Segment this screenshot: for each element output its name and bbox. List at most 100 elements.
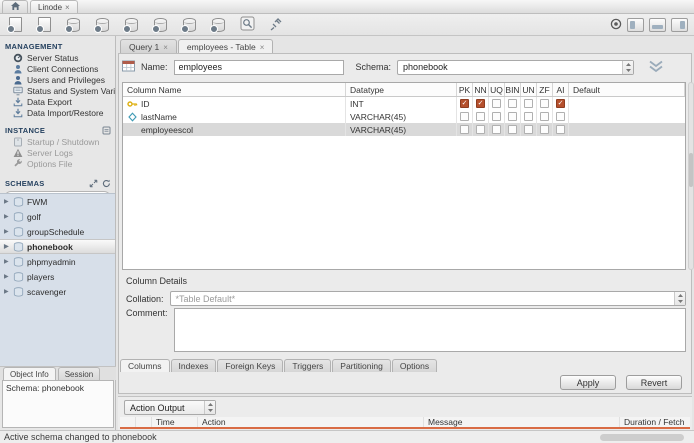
flag-cell-bin[interactable] [505,110,521,123]
schema-item-fwm[interactable]: ▶ FWM [0,194,115,209]
grid-header-cell[interactable]: Datatype [346,83,457,96]
action-output-col-blank[interactable] [136,417,152,427]
uq-checkbox[interactable] [492,125,501,134]
flag-cell-zf[interactable] [537,123,553,136]
pk-checkbox[interactable] [460,112,469,121]
flag-cell-pk[interactable]: ✓ [457,97,473,110]
flag-cell-un[interactable] [521,123,537,136]
create-function-icon[interactable] [180,16,198,33]
flag-cell-pk[interactable] [457,123,473,136]
flag-cell-uq[interactable] [489,97,505,110]
grid-header-cell[interactable]: Default [569,83,685,96]
instance-actions-icon[interactable] [102,126,111,135]
ai-checkbox[interactable] [556,112,565,121]
flag-cell-ai[interactable] [553,110,569,123]
grid-row-employeescol[interactable]: employeescol VARCHAR(45) [123,123,685,136]
grid-header-cell[interactable]: ZF [537,83,553,96]
zf-checkbox[interactable] [540,112,549,121]
flag-cell-uq[interactable] [489,123,505,136]
expand-arrow-icon[interactable]: ▶ [4,288,10,295]
create-procedure-icon[interactable] [151,16,169,33]
zf-checkbox[interactable] [540,99,549,108]
zf-checkbox[interactable] [540,125,549,134]
uq-checkbox[interactable] [492,99,501,108]
comment-textarea[interactable] [173,308,686,352]
expand-arrow-icon[interactable]: ▶ [4,228,10,235]
default-cell[interactable] [569,97,685,110]
datatype-cell[interactable]: VARCHAR(45) [346,110,457,123]
toggle-left-panel-button[interactable] [627,17,644,32]
action-output-selector[interactable]: Action Output [124,400,216,415]
un-checkbox[interactable] [524,99,533,108]
grid-header-cell[interactable]: AI [553,83,569,96]
search-table-data-icon[interactable] [238,16,256,33]
tab-partitioning[interactable]: Partitioning [332,359,391,372]
grid-row-id[interactable]: ID INT ✓ ✓ ✓ [123,97,685,110]
refresh-schemas-icon[interactable] [102,179,111,188]
sidebar-item-options-file[interactable]: Options File [0,158,115,169]
pk-checkbox[interactable] [460,125,469,134]
schema-item-phpmyadmin[interactable]: ▶ phpmyadmin [0,254,115,269]
sidebar-item-server-status[interactable]: Server Status [0,52,115,63]
editor-tab-query-1[interactable]: Query 1 × [120,39,177,54]
flag-cell-un[interactable] [521,97,537,110]
datatype-cell[interactable]: VARCHAR(45) [346,123,457,136]
apply-button[interactable]: Apply [560,375,616,390]
un-checkbox[interactable] [524,125,533,134]
flag-cell-bin[interactable] [505,123,521,136]
editor-tab-employees-table[interactable]: employees - Table × [177,39,274,54]
sidebar-item-status-and-system-variables[interactable]: Status and System Variables [0,85,115,96]
default-cell[interactable] [569,110,685,123]
tab-object-info[interactable]: Object Info [3,367,56,380]
create-table-icon[interactable] [93,16,111,33]
schema-item-players[interactable]: ▶ players [0,269,115,284]
connection-tab[interactable]: Linode × [30,0,78,13]
flag-cell-zf[interactable] [537,110,553,123]
action-output-col-time[interactable]: Time [152,417,198,427]
table-name-input[interactable] [173,59,344,75]
horizontal-scrollbar-thumb[interactable] [600,434,684,441]
action-output-col-message[interactable]: Message [424,417,620,427]
nn-checkbox[interactable] [476,112,485,121]
expand-schemas-icon[interactable] [89,179,98,188]
column-name-cell[interactable]: ID [123,97,346,110]
collation-dropdown[interactable]: *Table Default* [169,291,686,306]
column-name-cell[interactable]: employeescol [123,123,346,136]
action-output-col-duration-fetch[interactable]: Duration / Fetch [620,417,690,427]
spinner-icon[interactable] [622,60,634,74]
expand-arrow-icon[interactable]: ▶ [4,243,10,250]
expand-arrow-icon[interactable]: ▶ [4,198,10,205]
uq-checkbox[interactable] [492,112,501,121]
flag-cell-uq[interactable] [489,110,505,123]
pk-checkbox[interactable]: ✓ [460,99,469,108]
grid-header-cell[interactable]: Column Name [123,83,346,96]
un-checkbox[interactable] [524,112,533,121]
sidebar-item-startup-shutdown[interactable]: Startup / Shutdown [0,136,115,147]
bin-checkbox[interactable] [508,112,517,121]
tab-session[interactable]: Session [57,367,101,380]
expand-arrow-icon[interactable]: ▶ [4,273,10,280]
bin-checkbox[interactable] [508,125,517,134]
expand-arrow-icon[interactable]: ▶ [4,213,10,220]
flag-cell-ai[interactable] [553,123,569,136]
expand-arrow-icon[interactable]: ▶ [4,258,10,265]
flag-cell-zf[interactable] [537,97,553,110]
open-sql-script-icon[interactable] [35,16,53,33]
grid-header-cell[interactable]: PK [457,83,473,96]
flag-cell-nn[interactable] [473,123,489,136]
drop-object-icon[interactable] [209,16,227,33]
schema-item-golf[interactable]: ▶ golf [0,209,115,224]
schema-item-scavenger[interactable]: ▶ scavenger [0,284,115,299]
tab-columns[interactable]: Columns [120,359,170,372]
schema-item-phonebook[interactable]: ▶ phonebook [0,239,115,254]
sidebar-item-users-and-privileges[interactable]: Users and Privileges [0,74,115,85]
collapse-header-icon[interactable] [648,60,664,75]
spinner-icon[interactable] [204,401,215,414]
action-output-col-action[interactable]: Action [198,417,424,427]
schema-item-groupschedule[interactable]: ▶ groupSchedule [0,224,115,239]
nn-checkbox[interactable] [476,125,485,134]
nn-checkbox[interactable]: ✓ [476,99,485,108]
toggle-bottom-panel-button[interactable] [649,17,666,32]
spinner-icon[interactable] [674,292,685,305]
create-schema-icon[interactable] [64,16,82,33]
